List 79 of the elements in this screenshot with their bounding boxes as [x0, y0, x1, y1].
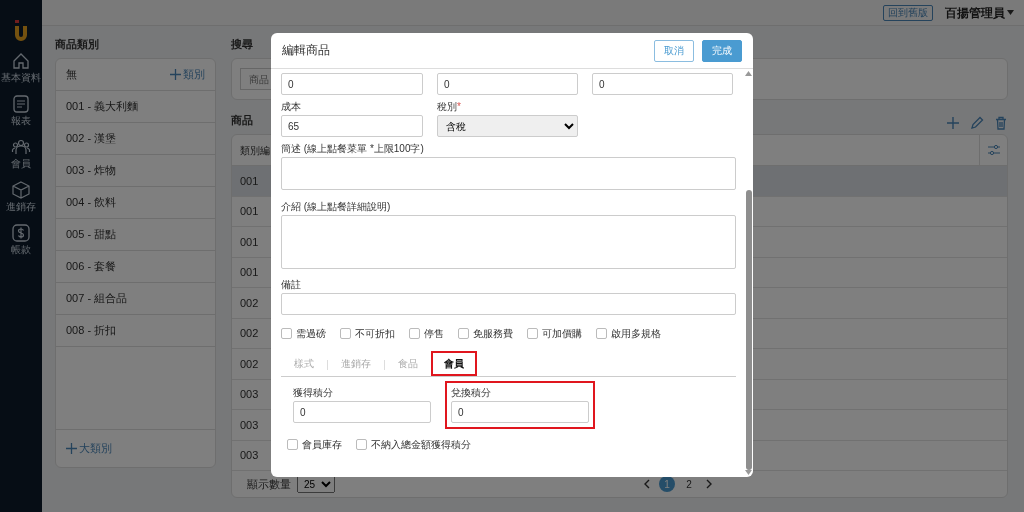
cube-icon [11, 180, 31, 200]
text-field[interactable]: 65 [281, 115, 423, 137]
checkbox[interactable] [281, 328, 292, 339]
checkbox[interactable] [527, 328, 538, 339]
text-field[interactable]: 0 [437, 73, 578, 95]
field-label: 介紹 (線上點餐詳細說明) [281, 200, 392, 213]
trash-icon[interactable] [994, 116, 1008, 130]
field-label: 稅別* [437, 101, 462, 113]
tab[interactable]: 樣式 [281, 351, 327, 376]
field-label: 簡述 (線上點餐菜單 *上限100字) [281, 143, 425, 155]
checkbox[interactable] [596, 328, 607, 339]
section-title: 商品類別 [55, 37, 99, 52]
dialog-title: 編輯商品 [282, 43, 330, 58]
category-item[interactable]: 007 - 組合品 [56, 283, 215, 315]
category-item[interactable]: 003 - 炸物 [56, 155, 215, 187]
checkbox[interactable] [458, 328, 469, 339]
section-title: 商品 [231, 113, 253, 128]
house-icon [11, 51, 31, 71]
done-button[interactable]: 完成 [702, 39, 742, 62]
sliders-icon [987, 144, 1000, 156]
section-title: 搜尋 [231, 37, 253, 52]
scrollbar[interactable] [744, 69, 753, 477]
checkbox[interactable] [340, 328, 351, 339]
tax-select[interactable]: 含稅 [437, 115, 578, 137]
checkbox-label: 不可折扣 [355, 327, 395, 341]
checkbox-label: 可加價購 [542, 327, 582, 341]
text-area[interactable] [281, 214, 736, 269]
people-icon [11, 137, 31, 157]
checkbox-label: 免服務費 [473, 327, 513, 341]
category-item[interactable]: 005 - 甜點 [56, 219, 215, 251]
page-size-label: 顯示數量 [247, 476, 291, 492]
tab[interactable]: 進銷存 [328, 351, 384, 376]
text-field[interactable]: 0 [293, 401, 431, 423]
add-category-button[interactable]: 類別 [170, 66, 205, 83]
sidebar-item[interactable]: 帳款 [0, 221, 42, 257]
text-field[interactable]: 0 [451, 401, 589, 423]
text-field[interactable]: 0 [281, 73, 423, 95]
dollar-icon [11, 223, 31, 243]
pencil-icon[interactable] [970, 116, 984, 130]
plus-icon [66, 443, 77, 454]
checkbox-label: 需過磅 [296, 327, 326, 341]
text-field[interactable]: 0 [592, 73, 733, 95]
checkbox[interactable] [287, 439, 298, 450]
field-label: 兌換積分 [451, 387, 492, 399]
checkbox-label: 停售 [424, 327, 444, 341]
category-header-label: 無 [66, 67, 77, 83]
add-icon[interactable] [946, 116, 960, 130]
plus-icon [170, 69, 181, 80]
field-label: 獲得積分 [293, 387, 334, 399]
logo-icon [14, 20, 28, 42]
add-major-category-button[interactable]: 大類別 [66, 440, 112, 457]
page-button[interactable]: 2 [681, 476, 697, 492]
category-item[interactable]: 008 - 折扣 [56, 315, 215, 347]
checkbox[interactable] [409, 328, 420, 339]
category-item[interactable]: 002 - 漢堡 [56, 123, 215, 155]
sidebar-item[interactable]: 基本資料 [0, 49, 42, 85]
caret-icon [1007, 10, 1014, 15]
sidebar-item[interactable]: 會員 [0, 135, 42, 171]
sidebar-item[interactable]: 進銷存 [0, 178, 42, 214]
scroll-up-icon[interactable] [745, 71, 752, 76]
old-version-button[interactable]: 回到舊版 [883, 4, 933, 21]
tab[interactable]: 會員 [431, 351, 477, 376]
field-label: 備註 [281, 279, 302, 291]
user-menu[interactable]: 百揚管理員 [945, 3, 1014, 22]
cancel-button[interactable]: 取消 [654, 39, 694, 62]
category-item[interactable]: 006 - 套餐 [56, 251, 215, 283]
text-area[interactable] [281, 157, 736, 190]
checkbox[interactable] [356, 439, 367, 450]
checkbox-label: 會員庫存 [302, 438, 342, 452]
column-header: 類別編 [240, 144, 270, 156]
category-item[interactable]: 004 - 飲料 [56, 187, 215, 219]
document-icon [11, 94, 31, 114]
field-label: 成本 [281, 101, 302, 113]
category-item[interactable]: 001 - 義大利麵 [56, 91, 215, 123]
checkbox-label: 不納入總金額獲得積分 [371, 438, 471, 452]
text-field[interactable] [281, 293, 736, 315]
sidebar-item[interactable]: 報表 [0, 92, 42, 128]
tab[interactable]: 食品 [385, 351, 431, 376]
checkbox-label: 啟用多規格 [611, 327, 661, 341]
